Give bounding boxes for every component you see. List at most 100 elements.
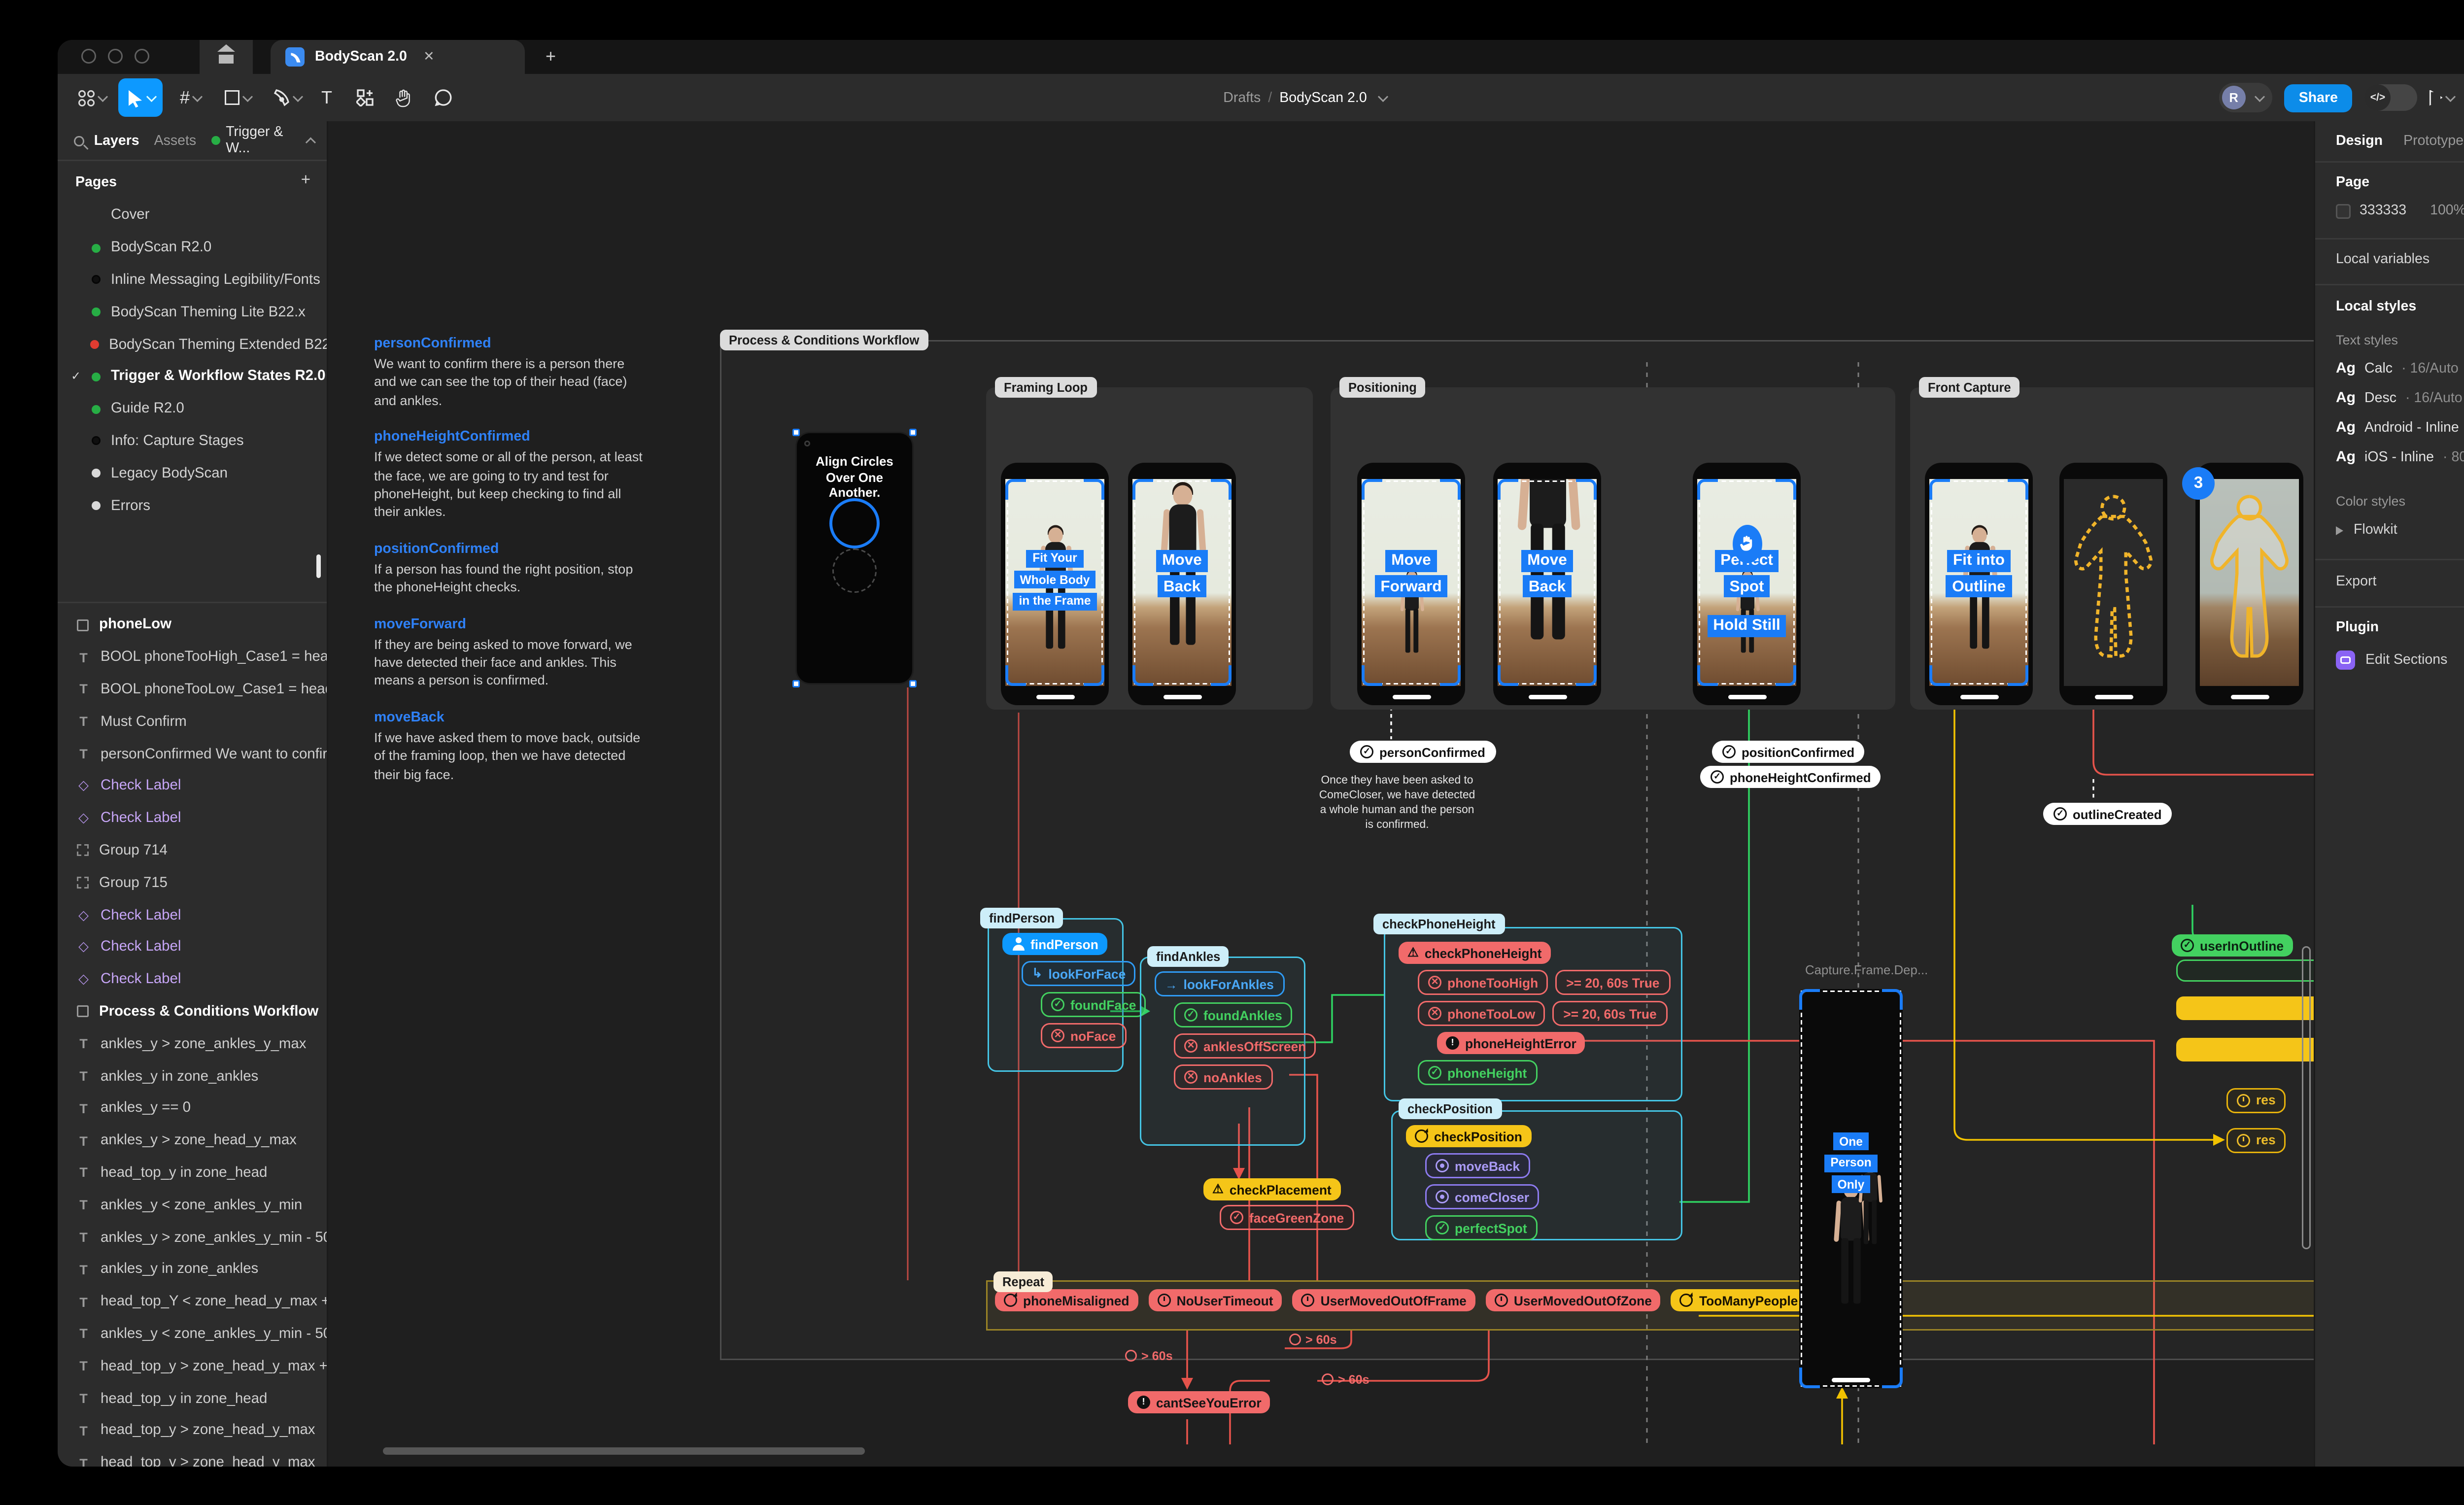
pill-phoneHeightError[interactable]: !phoneHeightError [1437,1032,1585,1054]
search-icon[interactable] [74,136,84,146]
dev-mode-toggle[interactable]: </> [2364,84,2418,111]
badge-phoneHeightConfirmed[interactable]: ✓phoneHeightConfirmed [1700,766,1881,788]
selection-handle[interactable] [792,429,800,436]
canvas[interactable]: Process & Conditions Workflow [58,40,2464,1467]
selection-handle[interactable] [909,680,917,687]
page-dropdown[interactable]: Trigger & W... [211,124,315,157]
group-findAnkles[interactable]: findAnkles →lookForAnkles✓foundAnkles✕an… [1140,957,1305,1146]
pill-phoneTooHigh[interactable]: ✕phoneTooHigh [1418,970,1548,995]
phone-mockup[interactable] [2059,463,2167,705]
layer-item[interactable]: Thead_top_y in zone_head [58,1382,327,1414]
layer-item[interactable]: TMust Confirm [58,706,327,738]
layer-item[interactable]: Process & Conditions Workflow [58,996,327,1028]
tab-prototype[interactable]: Prototype [2403,133,2464,149]
traffic-lights[interactable] [81,49,149,64]
close-window-button[interactable] [81,49,96,64]
layer-item[interactable]: Thead_top_y > zone_head_y_max [58,1415,327,1447]
page-item[interactable]: ✓BodyScan Theming Lite B22.x [58,296,327,328]
layer-item[interactable]: Tankles_y < zone_ankles_y_min - 50 [58,1318,327,1350]
pill-UserMovedOutOfZone[interactable]: UserMovedOutOfZone [1486,1289,1661,1311]
pill-phoneTooLow[interactable]: ✕phoneTooLow [1418,1001,1545,1026]
layer-item[interactable]: ◇Check Label [58,770,327,802]
layer-item[interactable]: Group 715 [58,867,327,899]
tab-layers[interactable]: Layers [94,133,139,149]
phone-mockup[interactable]: MoveBack [1493,463,1601,705]
panel-label[interactable]: Positioning [1339,377,1426,398]
pill-lookForFace[interactable]: ↳lookForFace [1022,961,1136,986]
text-style-row[interactable]: AgiOS - Inline· 80/110 [2336,449,2464,466]
phone-mockup[interactable]: 3 [2195,463,2303,705]
account-menu[interactable]: R [2219,83,2272,112]
capture-frame-label[interactable]: Capture.Frame.Dep... [1805,962,1928,977]
pill-foundFace[interactable]: ✓foundFace [1041,992,1146,1017]
page-item[interactable]: ✓BodyScan Theming Extended B22.x [58,329,327,361]
group-findPerson[interactable]: findPerson findPerson↳lookForFace✓foundF… [988,918,1124,1072]
layer-item[interactable]: Thead_top_y > zone_head_y_max + 50 [58,1350,327,1382]
pill-comeCloser[interactable]: comeCloser [1425,1184,1540,1209]
pill-anklesOffScreen[interactable]: ✕anklesOffScreen [1174,1033,1316,1059]
pill-noAnkles[interactable]: ✕noAnkles [1174,1064,1272,1090]
page-item[interactable]: ✓Errors [58,490,327,522]
selection-handle[interactable] [792,680,800,687]
page-opacity[interactable]: 100% [2430,203,2464,219]
layer-item[interactable]: Tankles_y == 0 [58,1093,327,1125]
group-checkPhoneHeight[interactable]: checkPhoneHeight ⚠checkPhoneHeight✕phone… [1384,927,1682,1101]
page-item[interactable]: ✓Trigger & Workflow States R2.0 [58,361,327,393]
chevron-down-icon[interactable] [1377,91,1388,101]
pill-cantSeeYouError[interactable]: !cantSeeYouError [1128,1391,1270,1413]
new-tab-button[interactable]: + [546,46,556,67]
selection-handle[interactable] [909,429,917,436]
plugin-edit-sections[interactable]: Edit Sections [2365,652,2447,668]
layer-item[interactable]: Tankles_y < zone_ankles_y_min [58,1189,327,1221]
breadcrumb-file[interactable]: BodyScan 2.0 [1279,90,1367,106]
layer-item[interactable]: Thead_top_Y < zone_head_y_max + 50 [58,1286,327,1318]
tab-design[interactable]: Design [2336,133,2383,149]
layer-item[interactable]: ◇Check Label [58,931,327,963]
group-checkPosition[interactable]: checkPosition checkPositionmoveBackcomeC… [1391,1110,1682,1240]
tab-assets[interactable]: Assets [154,133,197,149]
layer-item[interactable]: Thead_top_y in zone_head [58,1157,327,1189]
pill-lookForAnkles[interactable]: →lookForAnkles [1155,971,1284,996]
badge-positionConfirmed[interactable]: ✓positionConfirmed [1712,741,1865,763]
expand-triangle-icon[interactable] [2336,526,2343,535]
pill-findPerson[interactable]: findPerson [1002,933,1107,955]
page-item[interactable]: ✓Legacy BodyScan [58,457,327,489]
text-style-row[interactable]: AgCalc· 16/Auto [2336,361,2464,377]
page-item[interactable]: ✓BodyScan R2.0 [58,232,327,264]
sidebar-scrollbar[interactable] [316,554,321,578]
add-page-button[interactable]: + [301,171,310,189]
pill-faceGreenZone[interactable]: ✓faceGreenZone [1220,1205,1354,1230]
page-item[interactable]: ✓Inline Messaging Legibility/Fonts [58,264,327,296]
text-style-row[interactable]: AgAndroid - Inline· 80/110 [2336,420,2464,436]
share-button[interactable]: Share [2284,84,2353,112]
group-label[interactable]: findPerson [980,908,1063,928]
text-style-row[interactable]: AgDesc· 16/Auto [2336,390,2464,407]
panel-label[interactable]: Front Capture [1919,377,2020,398]
panel-label[interactable]: Framing Loop [995,377,1096,398]
pill-timer-condition[interactable]: >= 20, 60s True [1553,1001,1667,1026]
pill-checkPhoneHeight[interactable]: ⚠checkPhoneHeight [1399,942,1550,964]
canvas-horizontal-scrollbar[interactable] [383,1447,865,1455]
group-label[interactable]: checkPhoneHeight [1373,914,1505,934]
pill-NoUserTimeout[interactable]: NoUserTimeout [1149,1289,1282,1311]
page-color-hex[interactable]: 333333 [2360,203,2406,219]
pill-perfectSpot[interactable]: ✓perfectSpot [1425,1215,1538,1240]
minimize-window-button[interactable] [108,49,123,64]
phone-mockup[interactable]: MoveBack [1128,463,1236,705]
layer-item[interactable]: Tankles_y > zone_ankles_y_max [58,1028,327,1060]
phone-mockup[interactable]: Fit YourWhole Bodyin the Frame [1001,463,1109,705]
pill-checkPlacement[interactable]: ⚠checkPlacement [1203,1178,1340,1200]
badge-outlineCreated[interactable]: ✓outlineCreated [2043,803,2172,825]
layer-item[interactable]: Tankles_y > zone_ankles_y_min - 50 [58,1221,327,1253]
breadcrumb-folder[interactable]: Drafts [1223,90,1261,106]
layer-item[interactable]: Group 714 [58,835,327,867]
group-label[interactable]: findAnkles [1147,946,1229,967]
pill-phoneHeight[interactable]: ✓phoneHeight [1418,1060,1537,1085]
breadcrumb[interactable]: Drafts / BodyScan 2.0 [58,74,2464,121]
layer-item[interactable]: TpersonConfirmed We want to confirm th..… [58,738,327,770]
layer-item[interactable]: Tankles_y in zone_ankles [58,1060,327,1092]
align-circles-phone[interactable]: Align Circles Over One Another. [795,432,914,684]
maximize-window-button[interactable] [135,49,149,64]
layer-item[interactable]: ◇Check Label [58,899,327,931]
pill-timer-condition[interactable]: >= 20, 60s True [1556,970,1670,995]
